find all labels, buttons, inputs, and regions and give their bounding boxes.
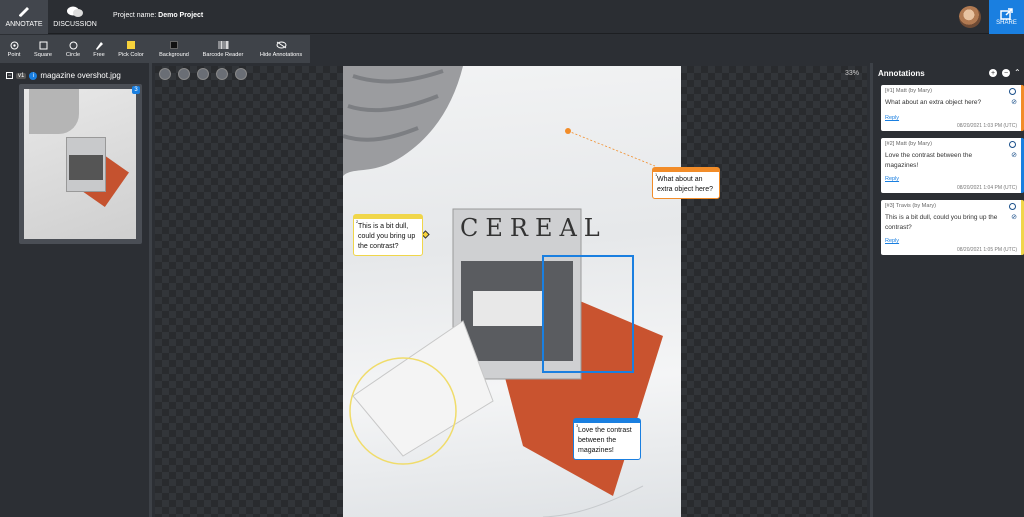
pencil-icon [19, 7, 29, 17]
pin-3-callout[interactable]: 3 Love the contrast between the magazines… [573, 418, 641, 461]
file-entry[interactable]: − v1 i magazine overshot.jpg [6, 71, 121, 80]
annotation-date: 08/20/2021 1:03 PM (UTC) [956, 123, 1017, 129]
annotation-card-2[interactable]: [#2] Matt (by Mary) Love the contrast be… [881, 138, 1024, 193]
discussion-label: DISCUSSION [53, 21, 97, 28]
discussion-mode-button[interactable]: DISCUSSION [50, 0, 100, 34]
share-button[interactable]: SHARE [989, 0, 1024, 34]
annotate-label: ANNOTATE [5, 21, 43, 28]
tool-label: Point [7, 52, 21, 58]
annotation-count-badge: 3 [132, 86, 140, 94]
annotation-author: [#1] Matt (by Mary) [885, 88, 932, 94]
annotation-author: [#3] Travis (by Mary) [885, 203, 936, 209]
blue-square-annotation[interactable] [542, 255, 634, 373]
chat-bubbles-icon [67, 6, 83, 17]
project-title: Demo Project [158, 12, 204, 19]
point-icon [10, 41, 18, 49]
pin-2-marker[interactable] [421, 230, 430, 239]
annotation-date: 08/20/2021 1:05 PM (UTC) [956, 247, 1017, 253]
tool-label: Square [33, 52, 53, 58]
pin-2-callout[interactable]: 2 This is a bit dull, could you bring up … [353, 214, 423, 257]
tool-point[interactable]: Point [4, 35, 24, 63]
tool-free[interactable]: Free [90, 35, 108, 63]
pin-text: What about an extra object here? [657, 176, 714, 194]
tool-label: Hide Annotations [259, 52, 303, 58]
color-swatch-icon [127, 41, 135, 49]
file-name: magazine overshot.jpg [40, 71, 121, 80]
resolve-icon[interactable] [1009, 141, 1016, 148]
annotation-author: [#2] Matt (by Mary) [885, 141, 932, 147]
avatar[interactable] [959, 6, 981, 28]
image-canvas[interactable]: 33% CEREAL 1 What about an extra object h… [155, 66, 867, 517]
annotation-text: Love the contrast between the magazines! [885, 152, 973, 169]
remove-annotation-icon[interactable]: − [1002, 69, 1010, 77]
hide-icon[interactable]: ⊘ [1011, 151, 1017, 159]
annotation-text: This is a bit dull, could you bring up t… [885, 214, 998, 231]
annotation-card-3[interactable]: [#3] Travis (by Mary) This is a bit dull… [881, 200, 1024, 255]
pin-number: 2 [356, 219, 359, 224]
annotation-date: 08/20/2021 1:04 PM (UTC) [956, 185, 1017, 191]
pin-1-leader [567, 130, 656, 167]
project-name: Project name: Demo Project [113, 12, 203, 19]
tool-hide-annotations[interactable]: Hide Annotations [256, 35, 306, 63]
hide-icon[interactable]: ⊘ [1011, 98, 1017, 106]
version-badge: v1 [16, 72, 27, 79]
tool-label: Barcode Reader [202, 52, 244, 58]
tool-square[interactable]: Square [31, 35, 55, 63]
file-panel: − v1 i magazine overshot.jpg 3 [0, 63, 152, 517]
yellow-circle-annotation[interactable] [349, 357, 457, 465]
tool-label: Free [93, 52, 105, 58]
thumbnail-image [24, 89, 136, 239]
pin-number: 1 [655, 172, 658, 177]
pencil-icon [95, 41, 103, 50]
circle-icon [69, 41, 77, 49]
annotation-text: What about an extra object here? [885, 99, 982, 106]
reply-link[interactable]: Reply [885, 115, 899, 121]
annotations-title: Annotations [878, 69, 925, 78]
tool-circle[interactable]: Circle [62, 35, 84, 63]
add-annotation-icon[interactable]: + [989, 69, 997, 77]
tool-label: Circle [65, 52, 81, 58]
annotation-overlay [349, 128, 656, 465]
collapse-icon[interactable]: − [6, 72, 13, 79]
hide-icon[interactable]: ⊘ [1011, 213, 1017, 221]
collapse-panel-icon[interactable]: ⌃ [1014, 68, 1021, 77]
annotation-card-1[interactable]: [#1] Matt (by Mary) What about an extra … [881, 85, 1024, 131]
tool-background[interactable]: Background [155, 35, 193, 63]
tool-barcode-reader[interactable]: Barcode Reader [200, 35, 246, 63]
background-swatch-icon [170, 41, 178, 49]
tool-label: Background [159, 52, 189, 58]
square-icon [39, 41, 47, 49]
project-label: Project name: [113, 12, 157, 19]
tool-pick-color[interactable]: Pick Color [115, 35, 147, 63]
info-icon[interactable]: i [29, 71, 38, 80]
pin-number: 3 [576, 423, 579, 428]
barcode-icon [218, 41, 228, 49]
top-bar: ANNOTATE DISCUSSION Project name: Demo P… [0, 0, 1024, 34]
pin-text: This is a bit dull, could you bring up t… [358, 223, 416, 251]
thumbnail-card[interactable]: 3 [19, 84, 142, 244]
share-label: SHARE [996, 20, 1017, 26]
annotations-panel: Annotations + − ⌃ [#1] Matt (by Mary) Wh… [870, 63, 1024, 517]
reply-link[interactable]: Reply [885, 238, 899, 244]
annotate-mode-button[interactable]: ANNOTATE [0, 0, 48, 34]
annotation-toolbar: Point Square Circle Free Pick Color Back… [0, 35, 310, 63]
resolve-icon[interactable] [1009, 88, 1016, 95]
pin-1-callout[interactable]: 1 What about an extra object here? [652, 167, 720, 200]
pin-text: Love the contrast between the magazines! [578, 427, 632, 455]
reply-link[interactable]: Reply [885, 176, 899, 182]
tool-label: Pick Color [118, 52, 144, 58]
share-icon [999, 8, 1013, 20]
resolve-icon[interactable] [1009, 203, 1016, 210]
eye-slash-icon [276, 41, 286, 49]
